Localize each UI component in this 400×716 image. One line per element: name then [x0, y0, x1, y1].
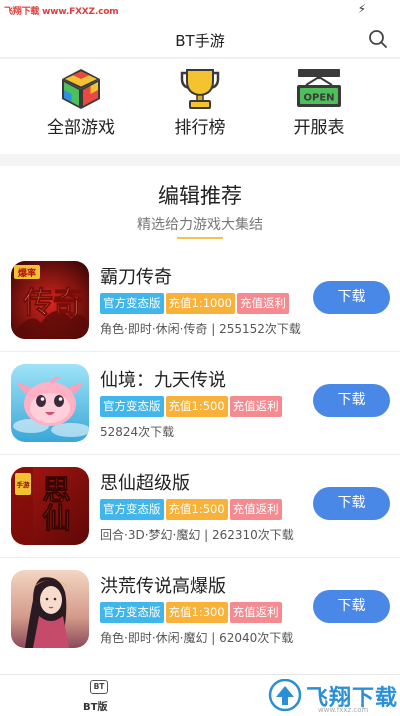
search-icon[interactable]	[368, 29, 388, 49]
game-meta: 回合·3D·梦幻·魔幻 | 262310次下载	[100, 528, 294, 542]
game-list-item[interactable]: 仙境：九天传说 官方变态版 充值1:500 充值返利 52824次下载 下载	[0, 352, 400, 455]
top-watermark: 飞翔下载 www.FXXZ.com	[4, 7, 119, 17]
page-title: BT手游	[175, 32, 225, 50]
rubik-cube-icon	[62, 69, 100, 109]
editor-picks: 编辑推荐 精选给力游戏大集结 传奇 爆率 霸刀传奇 官方变态版 充值1:1000	[0, 166, 400, 674]
quick-nav-all-games[interactable]: 全部游戏	[26, 67, 136, 138]
game-icon-badge: 手游	[17, 480, 31, 489]
tag-recharge-ratio: 充值1:500	[165, 499, 228, 520]
bt-icon: BT	[90, 680, 108, 694]
trophy-icon	[180, 69, 220, 109]
game-name[interactable]: 仙境：九天传说	[100, 366, 226, 392]
game-tags: 官方变态版 充值1:300 充值返利	[100, 602, 282, 623]
game-name[interactable]: 洪荒传说高爆版	[100, 572, 226, 598]
quick-nav: 全部游戏 排行榜 OPEN 开服表	[0, 59, 400, 154]
download-button[interactable]: 下载	[313, 384, 390, 417]
tag-official: 官方变态版	[100, 602, 164, 623]
tag-rebate: 充值返利	[229, 396, 282, 417]
download-button[interactable]: 下载	[313, 281, 390, 314]
bottom-nav-label: BT版	[83, 702, 108, 713]
section-title: 编辑推荐	[158, 184, 242, 208]
section-underline	[177, 237, 223, 239]
game-list-item[interactable]: 传奇 爆率 霸刀传奇 官方变态版 充值1:1000 充值返利 角色·即时·休闲·…	[0, 249, 400, 352]
game-name[interactable]: 思仙超级版	[100, 469, 190, 495]
tag-rebate: 充值返利	[236, 293, 289, 314]
game-tags: 官方变态版 充值1:500 充值返利	[100, 499, 282, 520]
game-icon-badao[interactable]: 传奇 爆率	[11, 261, 89, 339]
quick-nav-label: 排行榜	[174, 118, 226, 138]
game-tags: 官方变态版 充值1:1000 充值返利	[100, 293, 289, 314]
app-bar: BT手游	[0, 20, 400, 58]
tag-rebate: 充值返利	[229, 602, 282, 623]
open-sign-icon: OPEN	[297, 69, 341, 107]
download-button[interactable]: 下载	[313, 487, 390, 520]
tag-recharge-ratio: 充值1:1000	[165, 293, 235, 314]
tag-official: 官方变态版	[100, 396, 164, 417]
tag-rebate: 充值返利	[229, 499, 282, 520]
game-list-item[interactable]: 洪荒传说高爆版 官方变态版 充值1:300 充值返利 角色·即时·休闲·魔幻 |…	[0, 558, 400, 661]
game-icon-text: 思仙	[39, 475, 72, 531]
game-icon-sixian[interactable]: 思仙 手游	[11, 467, 89, 545]
tag-official: 官方变态版	[100, 499, 164, 520]
tag-recharge-ratio: 充值1:300	[165, 602, 228, 623]
watermark-logo-icon	[268, 679, 302, 711]
game-meta: 角色·即时·休闲·传奇 | 255152次下载	[100, 322, 301, 336]
quick-nav-open-servers[interactable]: OPEN 开服表	[264, 67, 374, 138]
charging-icon: ⚡	[357, 2, 366, 16]
quick-nav-ranking[interactable]: 排行榜	[145, 67, 255, 138]
svg-text:OPEN: OPEN	[303, 93, 334, 104]
section-subtitle: 精选给力游戏大集结	[137, 217, 263, 233]
tag-official: 官方变态版	[100, 293, 164, 314]
game-icon-xianjing[interactable]	[11, 364, 89, 442]
download-button[interactable]: 下载	[313, 590, 390, 623]
game-meta: 角色·即时·休闲·魔幻 | 62040次下载	[100, 631, 294, 645]
quick-nav-label: 开服表	[293, 118, 345, 138]
status-bar: 飞翔下载 www.FXXZ.com ⚡	[0, 0, 400, 20]
game-icon-badge: 爆率	[18, 267, 36, 279]
game-icon-honghuang[interactable]	[11, 570, 89, 648]
game-name[interactable]: 霸刀传奇	[100, 263, 172, 289]
watermark-url: www.fxxz.com	[318, 706, 369, 714]
bottom-nav: BT BT版 飞翔下载 www.fxxz.com	[0, 674, 400, 716]
bottom-watermark: 飞翔下载 www.fxxz.com	[268, 679, 398, 714]
quick-nav-label: 全部游戏	[47, 118, 115, 138]
game-meta: 52824次下载	[100, 425, 175, 439]
tag-recharge-ratio: 充值1:500	[165, 396, 228, 417]
game-tags: 官方变态版 充值1:500 充值返利	[100, 396, 282, 417]
game-list-item[interactable]: 思仙 手游 思仙超级版 官方变态版 充值1:500 充值返利 回合·3D·梦幻·…	[0, 455, 400, 558]
game-icon-text: 传奇	[22, 286, 83, 321]
